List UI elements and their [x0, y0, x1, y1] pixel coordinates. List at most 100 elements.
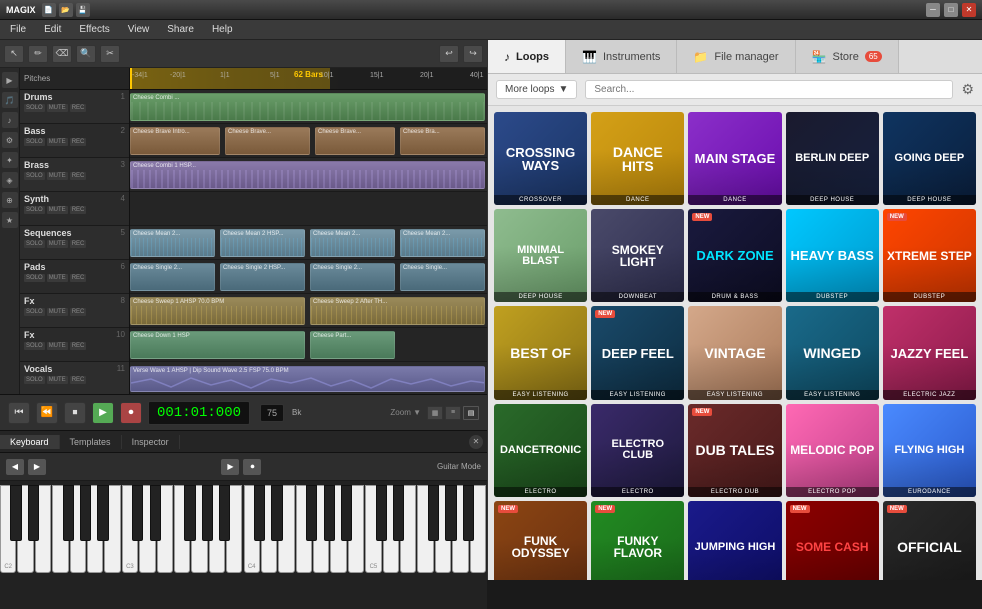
tab-instruments[interactable]: 🎹 Instruments [566, 40, 677, 73]
album-card-dark[interactable]: NEWDARK ZONEDRUM & BASS [688, 209, 781, 302]
black-key[interactable] [63, 485, 74, 541]
rec-btn-drums[interactable]: REC [70, 104, 87, 112]
black-key[interactable] [254, 485, 265, 541]
track-row-bass[interactable]: Cheese Brave Intro... Cheese Brave... Ch… [130, 124, 487, 158]
album-card-smokey[interactable]: SMOKEY LIGHTDOWNBEAT [591, 209, 684, 302]
black-key[interactable] [219, 485, 230, 541]
album-card-official[interactable]: NEWOFFICIALHIP HOP [883, 501, 976, 580]
solo-btn-fx1[interactable]: SOLO [24, 308, 45, 316]
mute-btn-brass[interactable]: MUTE [47, 172, 68, 180]
settings-icon[interactable]: ⚙ [961, 81, 974, 98]
mute-btn-fx2[interactable]: MUTE [47, 342, 68, 350]
black-key[interactable] [184, 485, 195, 541]
black-key[interactable] [463, 485, 474, 541]
black-key[interactable] [10, 485, 21, 541]
album-card-dub[interactable]: NEWDUB TALESELECTRO DUB [688, 404, 781, 497]
rec-btn-fx1[interactable]: REC [70, 308, 87, 316]
solo-btn-fx2[interactable]: SOLO [24, 342, 45, 350]
solo-btn-drums[interactable]: SOLO [24, 104, 45, 112]
album-card-going[interactable]: going deepDEEP HOUSE [883, 112, 976, 205]
album-card-jazzy[interactable]: JAZZY FeelELECTRIC JAZZ [883, 306, 976, 399]
album-card-winged[interactable]: WINGEDEASY LISTENING [786, 306, 879, 399]
view-btn-1[interactable]: ▦ [427, 406, 443, 420]
toolbar-split[interactable]: ✂ [100, 45, 120, 63]
mute-btn-pads[interactable]: MUTE [47, 274, 68, 282]
solo-btn-bass[interactable]: SOLO [24, 138, 45, 146]
rec-btn-fx2[interactable]: REC [70, 342, 87, 350]
keyboard-close[interactable]: ✕ [469, 435, 483, 449]
rec-btn-synth[interactable]: REC [70, 206, 87, 214]
left-icon-4[interactable]: ⚙ [2, 132, 18, 148]
track-row-sequences[interactable]: Cheese Mean 2... Cheese Mean 2 HSP... Ch… [130, 226, 487, 260]
mute-btn-drums[interactable]: MUTE [47, 104, 68, 112]
album-card-xtreme[interactable]: NEWxtreme stepDUBSTEP [883, 209, 976, 302]
menu-edit[interactable]: Edit [40, 22, 65, 37]
album-card-cash[interactable]: NEWSOME CASHHIP HOP [786, 501, 879, 580]
left-icon-5[interactable]: ✦ [2, 152, 18, 168]
open-icon[interactable]: 📂 [59, 3, 73, 17]
mute-btn-vocals[interactable]: MUTE [47, 376, 68, 384]
album-card-jumping[interactable]: JUMPING HIGHHARDSTYLE [688, 501, 781, 580]
black-key[interactable] [202, 485, 213, 541]
album-card-stage[interactable]: MAIN STAGEDANCE [688, 112, 781, 205]
track-row-vocals[interactable]: Verse Wave 1 AHSP | Dip Sound Wave 2.5 F… [130, 362, 487, 394]
toolbar-undo[interactable]: ↩ [439, 45, 459, 63]
album-card-funk[interactable]: NEWFUNK ODYSSEYFUNK [494, 501, 587, 580]
menu-help[interactable]: Help [208, 22, 237, 37]
mute-btn-seq[interactable]: MUTE [47, 240, 68, 248]
black-key[interactable] [97, 485, 108, 541]
track-row-brass[interactable]: Cheese Combi 1 HSP... [130, 158, 487, 192]
view-btn-3[interactable]: ▤ [463, 406, 479, 420]
black-key[interactable] [393, 485, 404, 541]
close-button[interactable]: ✕ [962, 3, 976, 17]
tab-loops[interactable]: ♪ Loops [488, 40, 566, 73]
menu-view[interactable]: View [124, 22, 154, 37]
store-search-input[interactable] [585, 80, 953, 99]
album-card-flying[interactable]: FLYING HIGHEURODANCE [883, 404, 976, 497]
left-icon-1[interactable]: ▶ [2, 72, 18, 88]
tab-keyboard[interactable]: Keyboard [0, 435, 60, 449]
store-filter-dropdown[interactable]: More loops ▼ [496, 80, 577, 99]
play-button[interactable]: ▶ [92, 402, 114, 424]
album-card-dancetronic[interactable]: DANCETRONICELECTRO [494, 404, 587, 497]
kb-nav-left[interactable]: ◀ [6, 459, 24, 475]
kb-rec[interactable]: ⏺ [243, 459, 261, 475]
menu-share[interactable]: Share [163, 22, 198, 37]
tab-inspector[interactable]: Inspector [122, 435, 180, 449]
toolbar-pencil[interactable]: ✏ [28, 45, 48, 63]
solo-btn-synth[interactable]: SOLO [24, 206, 45, 214]
menu-effects[interactable]: Effects [75, 22, 113, 37]
album-card-deep[interactable]: NEWDEEP FEELEASY LISTENING [591, 306, 684, 399]
piano-area[interactable]: C2C3C4C5 [0, 481, 487, 609]
track-row-drums[interactable]: Cheese Combi ... [130, 90, 487, 124]
track-row-pads[interactable]: Cheese Single 2... Cheese Single 2 HSP..… [130, 260, 487, 294]
album-card-electroclub[interactable]: ELECTRO CLUBELECTRO [591, 404, 684, 497]
track-row-synth[interactable] [130, 192, 487, 226]
black-key[interactable] [132, 485, 143, 541]
solo-btn-vocals[interactable]: SOLO [24, 376, 45, 384]
left-icon-2[interactable]: 🎵 [2, 92, 18, 108]
album-card-minimal[interactable]: minimal blastDEEP HOUSE [494, 209, 587, 302]
stop-button[interactable]: ⏹ [64, 402, 86, 424]
album-card-berlin[interactable]: Berlin DeepDEEP HOUSE [786, 112, 879, 205]
album-card-bestof[interactable]: BEST OFEASY LISTENING [494, 306, 587, 399]
maximize-button[interactable]: □ [944, 3, 958, 17]
rec-btn-bass[interactable]: REC [70, 138, 87, 146]
mute-btn-bass[interactable]: MUTE [47, 138, 68, 146]
black-key[interactable] [445, 485, 456, 541]
tab-templates[interactable]: Templates [60, 435, 122, 449]
left-icon-8[interactable]: ★ [2, 212, 18, 228]
rec-btn-brass[interactable]: REC [70, 172, 87, 180]
kb-nav-right[interactable]: ▶ [28, 459, 46, 475]
mute-btn-fx1[interactable]: MUTE [47, 308, 68, 316]
rewind-button[interactable]: ⏮ [8, 402, 30, 424]
solo-btn-seq[interactable]: SOLO [24, 240, 45, 248]
back-button[interactable]: ⏪ [36, 402, 58, 424]
album-card-melodic[interactable]: Melodic POPELECTRO POP [786, 404, 879, 497]
tab-store[interactable]: 🏪 Store 65 [796, 40, 899, 73]
toolbar-cursor[interactable]: ↖ [4, 45, 24, 63]
black-key[interactable] [324, 485, 335, 541]
left-icon-7[interactable]: ⊕ [2, 192, 18, 208]
black-key[interactable] [428, 485, 439, 541]
rec-btn-vocals[interactable]: REC [70, 376, 87, 384]
